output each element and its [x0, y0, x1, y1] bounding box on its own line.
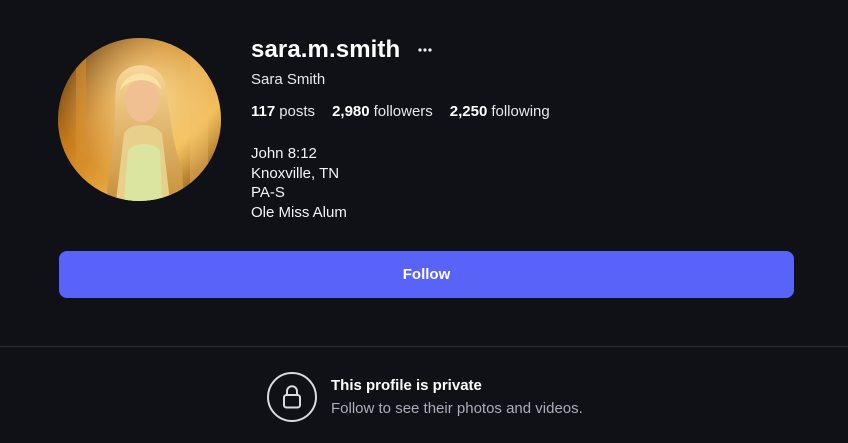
section-divider: [0, 346, 848, 347]
more-horizontal-icon[interactable]: [414, 39, 436, 61]
private-subtitle: Follow to see their photos and videos.: [331, 400, 583, 417]
private-profile-notice: This profile is private Follow to see th…: [267, 372, 583, 422]
posts-label: posts: [279, 103, 316, 120]
profile-stats: 117 posts 2,980 followers 2,250 following: [251, 103, 550, 120]
private-title: This profile is private: [331, 377, 482, 394]
bio-line: Ole Miss Alum: [251, 203, 347, 221]
posts-count: 117: [251, 103, 276, 120]
profile-bio: John 8:12 Knoxville, TN PA-S Ole Miss Al…: [251, 144, 347, 222]
profile-photo: [58, 38, 221, 201]
follow-button[interactable]: Follow: [59, 251, 794, 298]
username-row: sara.m.smith: [251, 34, 436, 66]
profile-avatar[interactable]: [58, 38, 221, 201]
following-count: 2,250: [449, 103, 488, 120]
bio-line: Knoxville, TN: [251, 164, 340, 182]
profile-header: sara.m.smith Sara Smith 117 posts 2,980 fo…: [0, 0, 848, 240]
followers-count: 2,980: [332, 103, 370, 120]
followers-label: followers: [373, 103, 433, 120]
display-name: Sara Smith: [251, 71, 326, 88]
bio-line: John 8:12: [251, 145, 317, 162]
private-text: This profile is private Follow to see th…: [331, 377, 583, 417]
following-stat[interactable]: 2,250 following: [450, 103, 550, 120]
followers-stat[interactable]: 2,980 followers: [332, 103, 433, 120]
bio-line: PA-S: [251, 184, 285, 201]
posts-stat: 117 posts: [251, 103, 315, 120]
following-label: following: [491, 103, 550, 120]
lock-icon: [267, 372, 317, 422]
username: sara.m.smith: [251, 36, 401, 63]
